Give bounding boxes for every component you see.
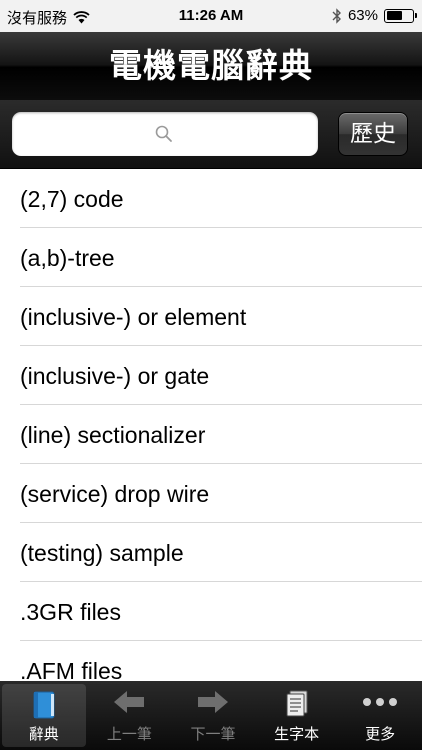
battery-level-fill [386, 11, 403, 20]
bluetooth-icon [332, 7, 341, 24]
tab-label: 上一筆 [106, 725, 152, 743]
tab-label: 更多 [365, 725, 396, 743]
tab-bar: 辭典 上一筆 下一筆 生字本 更多 [0, 681, 422, 750]
tab-label: 生字本 [274, 725, 320, 743]
battery-icon [384, 8, 417, 23]
list-item[interactable]: (2,7) code [20, 169, 422, 228]
tab-next[interactable]: 下一筆 [171, 681, 255, 750]
status-right: 63% [332, 7, 417, 24]
word-list[interactable]: (2,7) code (a,b)-tree (inclusive-) or el… [0, 169, 422, 681]
tab-label: 辭典 [28, 725, 59, 743]
search-field[interactable] [12, 112, 318, 156]
list-item[interactable]: .AFM files [20, 641, 422, 681]
tab-vocabulary[interactable]: 生字本 [255, 681, 339, 750]
tab-previous[interactable]: 上一筆 [88, 681, 172, 750]
arrow-left-icon [114, 691, 145, 713]
navigation-bar: 電機電腦辭典 [0, 32, 422, 100]
list-item[interactable]: (inclusive-) or gate [20, 346, 422, 405]
list-item[interactable]: (inclusive-) or element [20, 287, 422, 346]
tab-label: 下一筆 [190, 725, 236, 743]
list-item[interactable]: (line) sectionalizer [20, 405, 422, 464]
list-item[interactable]: (a,b)-tree [20, 228, 422, 287]
battery-percent: 63% [347, 7, 378, 24]
status-bar: 沒有服務 11:26 AM 63% [0, 0, 422, 32]
history-button[interactable]: 歷史 [338, 112, 408, 156]
notebook-icon [286, 690, 308, 717]
search-bar: 歷史 [0, 100, 422, 169]
page-title: 電機電腦辭典 [109, 46, 313, 85]
list-item[interactable]: (testing) sample [20, 523, 422, 582]
tab-more[interactable]: 更多 [338, 681, 422, 750]
tab-dictionary[interactable]: 辭典 [2, 684, 86, 747]
list-item[interactable]: .3GR files [20, 582, 422, 641]
book-icon [33, 691, 55, 719]
arrow-right-icon [197, 691, 228, 713]
search-icon [155, 125, 172, 142]
more-icon [363, 698, 398, 706]
list-item[interactable]: (service) drop wire [20, 464, 422, 523]
